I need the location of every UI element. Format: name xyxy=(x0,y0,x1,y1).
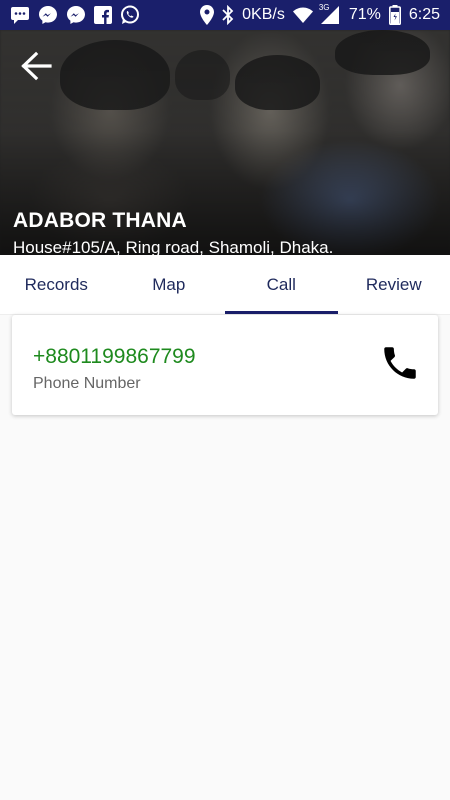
battery-percent: 71% xyxy=(348,6,381,23)
header-banner: ADABOR THANA House#105/A, Ring road, Sha… xyxy=(0,30,450,255)
tab-review[interactable]: Review xyxy=(338,255,450,314)
wifi-icon xyxy=(292,7,313,23)
battery-icon xyxy=(388,5,401,25)
call-button[interactable] xyxy=(376,341,424,389)
phone-number[interactable]: +8801199867799 xyxy=(33,345,196,369)
phone-card: +8801199867799 Phone Number xyxy=(12,315,438,415)
back-button[interactable] xyxy=(16,48,56,88)
clock: 6:25 xyxy=(408,6,440,23)
network-speed: 0KB/s xyxy=(242,6,285,23)
status-bar-system: 0KB/s 3G 71% 6:25 xyxy=(200,3,440,25)
page-title: ADABOR THANA xyxy=(13,209,187,232)
tab-records[interactable]: Records xyxy=(0,255,113,314)
status-bar-notifications xyxy=(10,5,140,25)
network-type: 3G xyxy=(318,3,330,12)
tab-bar: Records Map Call Review xyxy=(0,255,450,315)
arrow-back-icon xyxy=(20,51,52,86)
screen: 0KB/s 3G 71% 6:25 ADABOR THANA House#105… xyxy=(0,0,450,800)
page-address: House#105/A, Ring road, Shamoli, Dhaka. xyxy=(13,238,334,255)
messenger-icon xyxy=(38,5,58,25)
location-icon xyxy=(200,5,215,25)
whatsapp-icon xyxy=(120,5,140,25)
status-bar: 0KB/s 3G 71% 6:25 xyxy=(0,0,450,30)
bluetooth-icon xyxy=(222,5,234,25)
signal-icon: 3G xyxy=(318,3,341,24)
facebook-icon xyxy=(94,6,112,24)
tab-call[interactable]: Call xyxy=(225,255,338,314)
phone-icon xyxy=(379,342,421,389)
messages-icon xyxy=(10,6,30,24)
phone-number-label: Phone Number xyxy=(33,375,141,392)
tab-map[interactable]: Map xyxy=(113,255,226,314)
messenger-icon xyxy=(66,5,86,25)
